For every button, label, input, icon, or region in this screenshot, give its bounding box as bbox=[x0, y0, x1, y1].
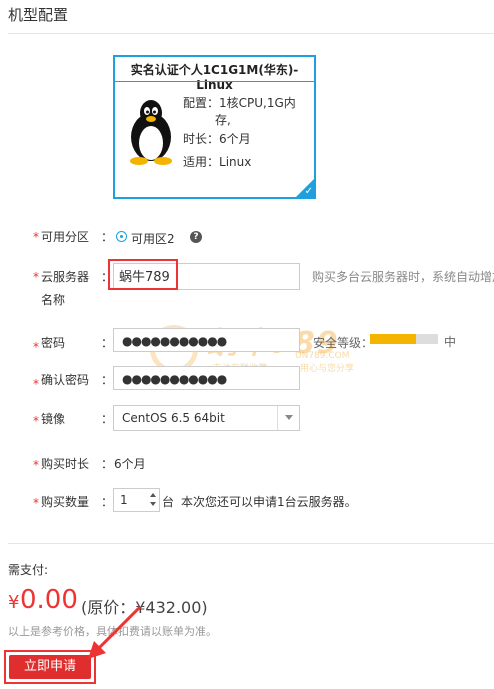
linux-penguin-icon bbox=[123, 97, 179, 165]
quantity-stepper[interactable]: 1 bbox=[113, 488, 160, 512]
payment-divider bbox=[8, 543, 494, 544]
zone-required-mark: * bbox=[33, 230, 39, 244]
duration-colon: ： bbox=[101, 457, 114, 471]
spec-os: 适用：Linux bbox=[183, 155, 252, 169]
quantity-required-mark: * bbox=[33, 496, 39, 510]
duration-value: 6个月 bbox=[114, 457, 146, 471]
strength-label: 安全等级： bbox=[313, 336, 374, 350]
zone-option-label[interactable]: 可用区2 bbox=[131, 230, 175, 247]
annotation-arrow-icon bbox=[84, 603, 144, 663]
price-amount: 0.00 bbox=[20, 585, 78, 615]
password-label: 密码 bbox=[41, 336, 66, 350]
help-icon[interactable]: ? bbox=[190, 231, 202, 243]
password-input[interactable]: ●●●●●●●●●●● bbox=[113, 328, 300, 352]
quantity-label: 购买数量 bbox=[41, 495, 90, 509]
server-label: 云服务器 bbox=[41, 270, 90, 284]
duration-label: 购买时长 bbox=[41, 457, 90, 471]
image-select[interactable]: CentOS 6.5 64bit bbox=[113, 405, 300, 431]
spec-config-continued: 存, bbox=[215, 113, 231, 127]
instance-card[interactable]: 实名认证个人1C1G1M(华东)-Linux 配置：1核CPU,1G内 存, 时… bbox=[113, 55, 316, 199]
quantity-value: 1 bbox=[120, 493, 128, 507]
payment-label: 需支付: bbox=[8, 563, 49, 577]
chevron-down-icon bbox=[285, 415, 293, 420]
server-label-line2: 名称 bbox=[41, 293, 66, 307]
stepper-down-icon[interactable] bbox=[150, 502, 156, 506]
currency-symbol: ¥ bbox=[8, 592, 20, 613]
section-divider bbox=[8, 33, 494, 34]
watermark-slogan-right: 用心与您分享 bbox=[300, 364, 355, 374]
stepper-up-icon[interactable] bbox=[150, 493, 156, 497]
image-label: 镜像 bbox=[41, 412, 66, 426]
server-name-value: 蜗牛789 bbox=[119, 270, 170, 285]
spec-config: 配置：1核CPU,1G内 bbox=[183, 96, 296, 110]
zone-colon: ： bbox=[101, 230, 114, 244]
strength-text: 中 bbox=[444, 335, 457, 349]
confirm-password-label: 确认密码 bbox=[41, 373, 90, 387]
quantity-unit: 台 bbox=[162, 495, 175, 509]
server-required-mark: * bbox=[33, 270, 39, 284]
confirm-required-mark: * bbox=[33, 377, 39, 391]
instance-card-title: 实名认证个人1C1G1M(华东)-Linux bbox=[130, 63, 299, 92]
confirm-password-input[interactable]: ●●●●●●●●●●● bbox=[113, 366, 300, 390]
zone-label: 可用分区 bbox=[41, 230, 90, 244]
watermark-domain: UN789.COM bbox=[295, 351, 350, 361]
image-required-mark: * bbox=[33, 414, 39, 428]
strength-meter bbox=[370, 334, 438, 344]
check-icon: ✓ bbox=[304, 186, 313, 197]
quantity-note: 本次您还可以申请1台云服务器。 bbox=[181, 495, 357, 509]
password-value: ●●●●●●●●●●● bbox=[122, 334, 227, 348]
zone-radio[interactable] bbox=[116, 231, 127, 242]
password-colon: ： bbox=[101, 336, 114, 350]
confirm-colon: ： bbox=[101, 373, 114, 387]
image-colon: ： bbox=[101, 412, 114, 426]
password-required-mark: * bbox=[33, 340, 39, 354]
duration-required-mark: * bbox=[33, 458, 39, 472]
submit-button[interactable]: 立即申请 bbox=[9, 655, 91, 679]
spec-duration: 时长：6个月 bbox=[183, 132, 251, 146]
zone-radio-dot bbox=[120, 235, 123, 238]
section-title: 机型配置 bbox=[8, 6, 69, 24]
instance-card-divider bbox=[115, 81, 314, 82]
confirm-password-value: ●●●●●●●●●●● bbox=[122, 372, 227, 386]
select-arrow[interactable] bbox=[277, 406, 299, 430]
image-select-value: CentOS 6.5 64bit bbox=[122, 411, 225, 425]
server-hint: 购买多台云服务器时，系统自动增加 bbox=[312, 270, 494, 284]
strength-fill bbox=[370, 334, 416, 344]
quantity-colon: ： bbox=[101, 495, 114, 509]
